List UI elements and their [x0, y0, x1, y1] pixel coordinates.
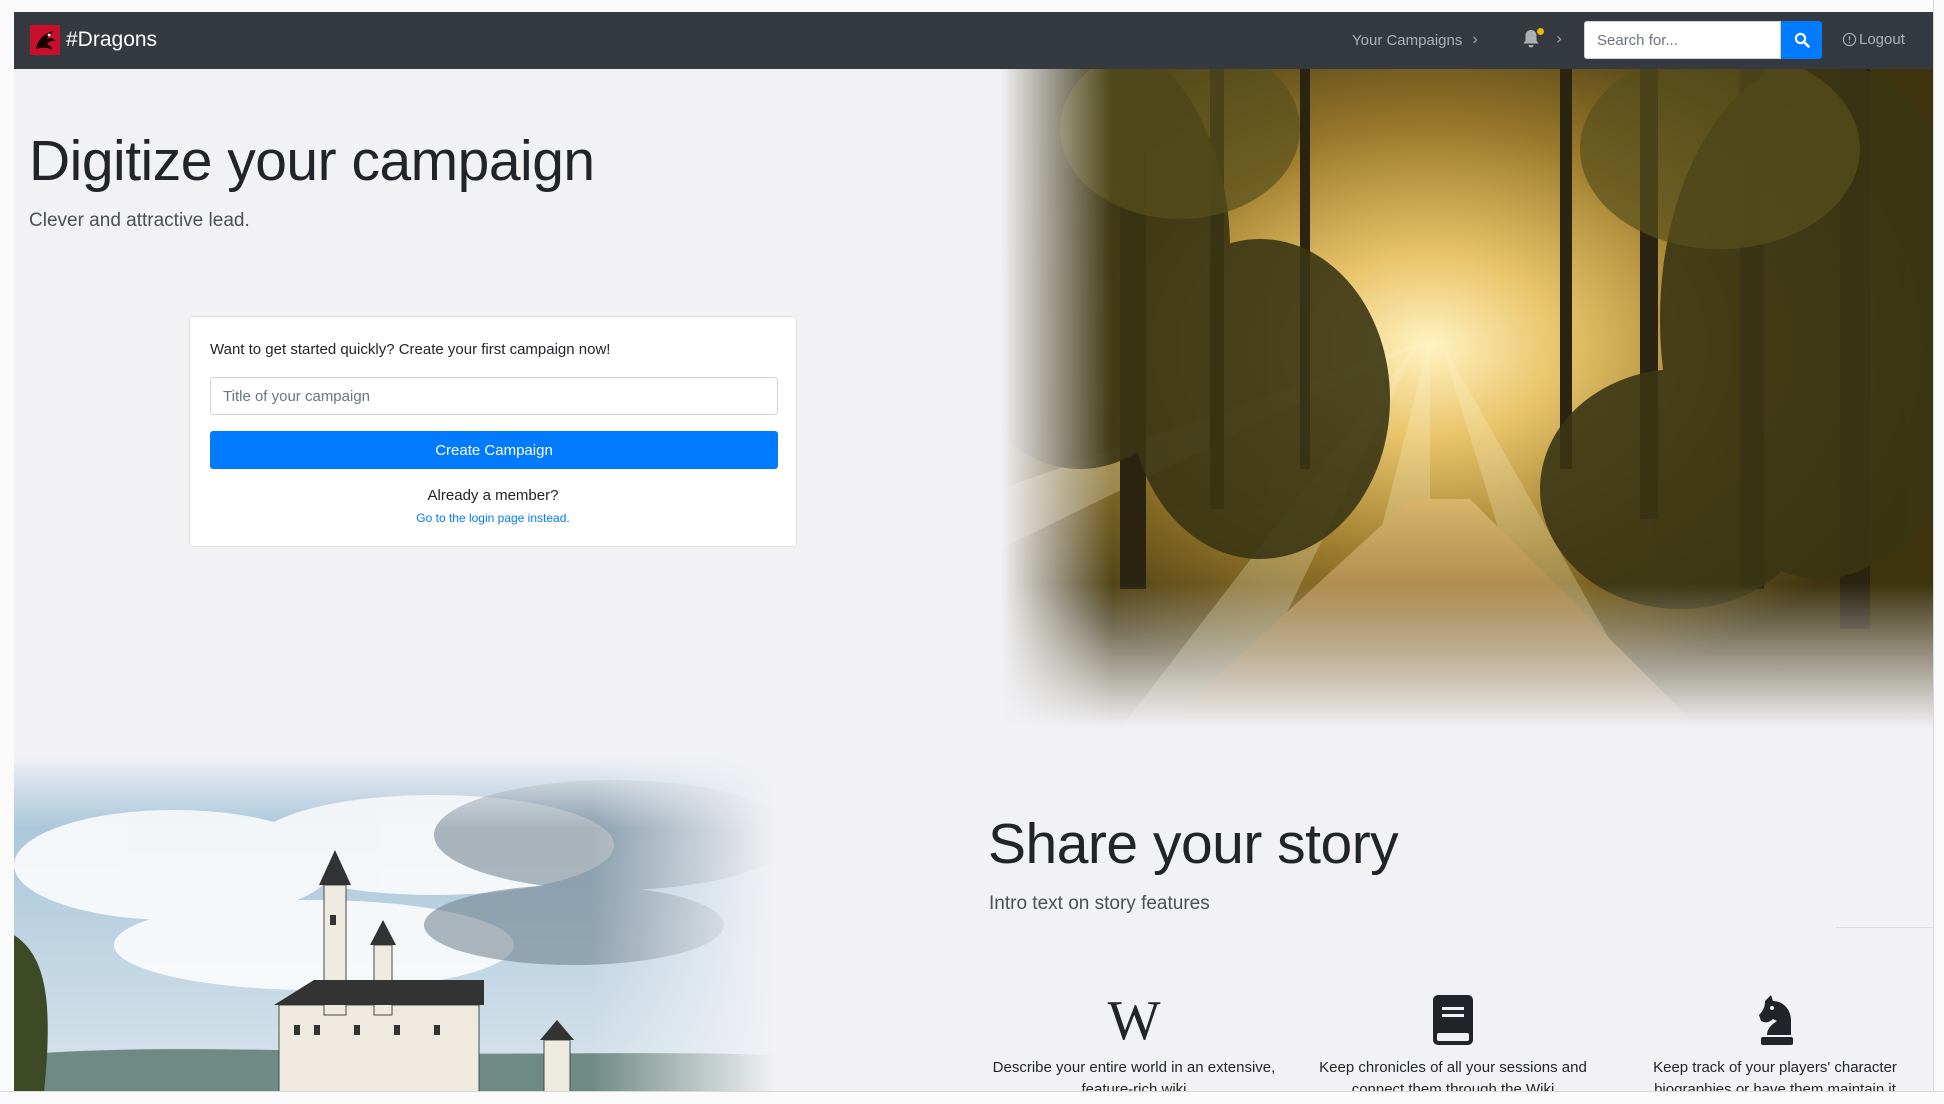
wikipedia-icon: W [1108, 993, 1161, 1047]
logout-link[interactable]: Logout [1842, 31, 1905, 48]
login-page-link[interactable]: Go to the login page instead. [190, 511, 796, 525]
already-member-text: Already a member? [427, 487, 559, 504]
top-navbar: #Dragons Your Campaigns › › L [14, 12, 1934, 69]
chevron-right-icon: › [1556, 28, 1563, 48]
story-divider [1836, 927, 1934, 928]
story-title: Share your story [988, 812, 1399, 876]
hero-title: Digitize your campaign [29, 129, 595, 193]
logout-label: Logout [1859, 31, 1905, 48]
window-frame-left [0, 0, 14, 1104]
signup-prompt: Want to get started quickly? Create your… [210, 341, 611, 358]
feature-wiki: W Describe your entire world in an exten… [989, 993, 1279, 1101]
create-campaign-button[interactable]: Create Campaign [210, 431, 778, 469]
brand-name: #Dragons [66, 28, 158, 51]
book-icon [1433, 995, 1473, 1045]
signup-card: Want to get started quickly? Create your… [189, 316, 797, 547]
window-frame-bottom [0, 1091, 1944, 1104]
notification-dot [1537, 28, 1544, 35]
your-campaigns-link[interactable]: Your Campaigns › [1352, 31, 1478, 49]
dragon-logo-icon [30, 25, 60, 55]
brand-link[interactable]: #Dragons [30, 25, 157, 55]
feature-chronicles: Keep chronicles of all your sessions and… [1308, 993, 1598, 1101]
chess-knight-icon [1759, 995, 1793, 1045]
bell-icon [1522, 27, 1544, 49]
search-group [1584, 21, 1822, 59]
window-frame-right [1933, 0, 1944, 1104]
hero-lead: Clever and attractive lead. [29, 210, 250, 231]
info-circle-icon [1842, 32, 1857, 47]
your-campaigns-label: Your Campaigns [1352, 31, 1463, 49]
campaign-title-input[interactable] [210, 377, 778, 415]
castle-landscape-image [14, 755, 944, 1092]
window-frame-top [0, 0, 1944, 12]
story-lead: Intro text on story features [989, 893, 1210, 914]
search-button[interactable] [1781, 21, 1822, 59]
search-input[interactable] [1584, 21, 1781, 59]
search-icon [1794, 32, 1810, 48]
chevron-right-icon: › [1472, 31, 1478, 48]
svg-text:W: W [1108, 993, 1161, 1047]
forest-path-image [1000, 69, 1934, 729]
feature-characters: Keep track of your players' character bi… [1630, 993, 1920, 1101]
notifications-toggle[interactable]: › [1522, 27, 1562, 49]
